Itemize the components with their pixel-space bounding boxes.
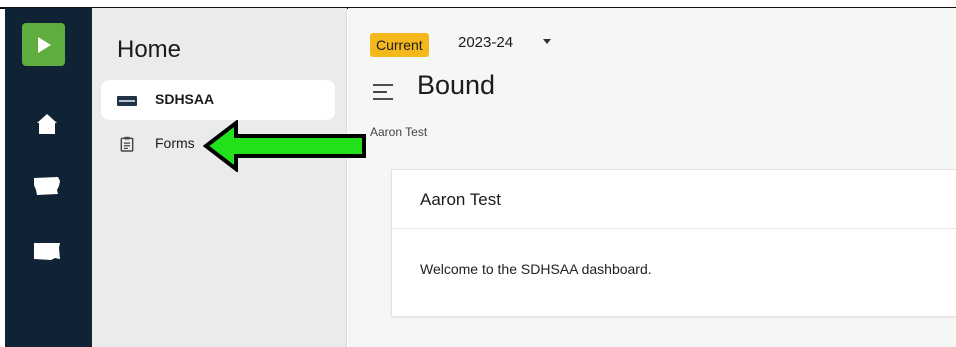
sidebar: Home SDHSAA Forms bbox=[92, 8, 347, 347]
iowa-map-icon bbox=[34, 177, 60, 195]
sidebar-item-label: Forms bbox=[155, 135, 195, 151]
icon-rail bbox=[5, 8, 92, 347]
home-button[interactable] bbox=[32, 111, 62, 137]
clipboard-icon bbox=[120, 136, 134, 152]
page-title: Bound bbox=[417, 70, 496, 100]
card-divider bbox=[392, 228, 956, 229]
breadcrumb[interactable]: Aaron Test bbox=[370, 125, 427, 139]
home-icon bbox=[37, 114, 57, 134]
menu-icon[interactable] bbox=[372, 83, 394, 101]
dashboard-card: Aaron Test Welcome to the SDHSAA dashboa… bbox=[391, 169, 956, 317]
card-text: Welcome to the SDHSAA dashboard. bbox=[420, 261, 652, 277]
sidebar-item-label: SDHSAA bbox=[155, 91, 215, 107]
card-title: Aaron Test bbox=[420, 190, 501, 209]
play-button[interactable] bbox=[22, 23, 65, 66]
sidebar-item-sdhsaa[interactable]: SDHSAA bbox=[101, 80, 335, 120]
south-dakota-map-icon bbox=[34, 243, 60, 260]
organization-logo-icon bbox=[117, 96, 137, 106]
iowa-button[interactable] bbox=[32, 173, 62, 199]
status-badge: Current bbox=[370, 33, 429, 57]
main-content: Current 2023-24 Bound Aaron Test Aaron T… bbox=[348, 8, 956, 347]
chevron-down-icon[interactable] bbox=[543, 39, 551, 44]
app-window: Home SDHSAA Forms Current 2023-24 Bound … bbox=[0, 0, 956, 347]
south-dakota-button[interactable] bbox=[32, 238, 62, 264]
play-icon bbox=[37, 36, 51, 53]
green-arrow-icon bbox=[202, 120, 366, 172]
sidebar-title: Home bbox=[117, 36, 182, 63]
year-selector[interactable]: 2023-24 bbox=[458, 34, 513, 51]
